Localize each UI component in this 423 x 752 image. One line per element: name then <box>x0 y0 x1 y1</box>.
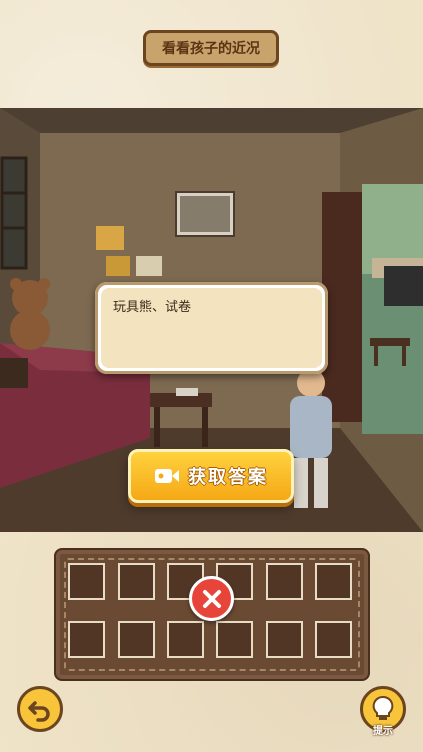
answer-slot[interactable] <box>167 621 204 658</box>
undo-arrow-icon <box>28 701 50 722</box>
level-title-banner: 看看孩子的近况 <box>143 30 279 66</box>
get-answer-button[interactable]: 获取答案 <box>128 449 294 503</box>
level-title: 看看孩子的近况 <box>162 41 260 57</box>
answer-slot[interactable] <box>315 563 352 600</box>
answer-slot[interactable] <box>266 621 303 658</box>
video-camera-icon <box>155 469 179 483</box>
hint-label: 提示 <box>373 726 393 737</box>
answer-slot[interactable] <box>315 621 352 658</box>
clue-text: 玩具熊、试卷 <box>101 288 322 368</box>
close-button[interactable] <box>189 576 234 621</box>
answer-slot[interactable] <box>266 563 303 600</box>
answer-slot[interactable] <box>68 563 105 600</box>
lightbulb-icon <box>372 695 394 720</box>
answer-slot[interactable] <box>118 563 155 600</box>
clue-dialog: 玩具熊、试卷 <box>95 282 328 374</box>
get-answer-label: 获取答案 <box>188 467 268 488</box>
answer-slot[interactable] <box>216 621 253 658</box>
answer-slot[interactable] <box>68 621 105 658</box>
back-button[interactable] <box>17 686 63 732</box>
answer-slot[interactable] <box>118 621 155 658</box>
close-x-icon <box>202 589 221 608</box>
